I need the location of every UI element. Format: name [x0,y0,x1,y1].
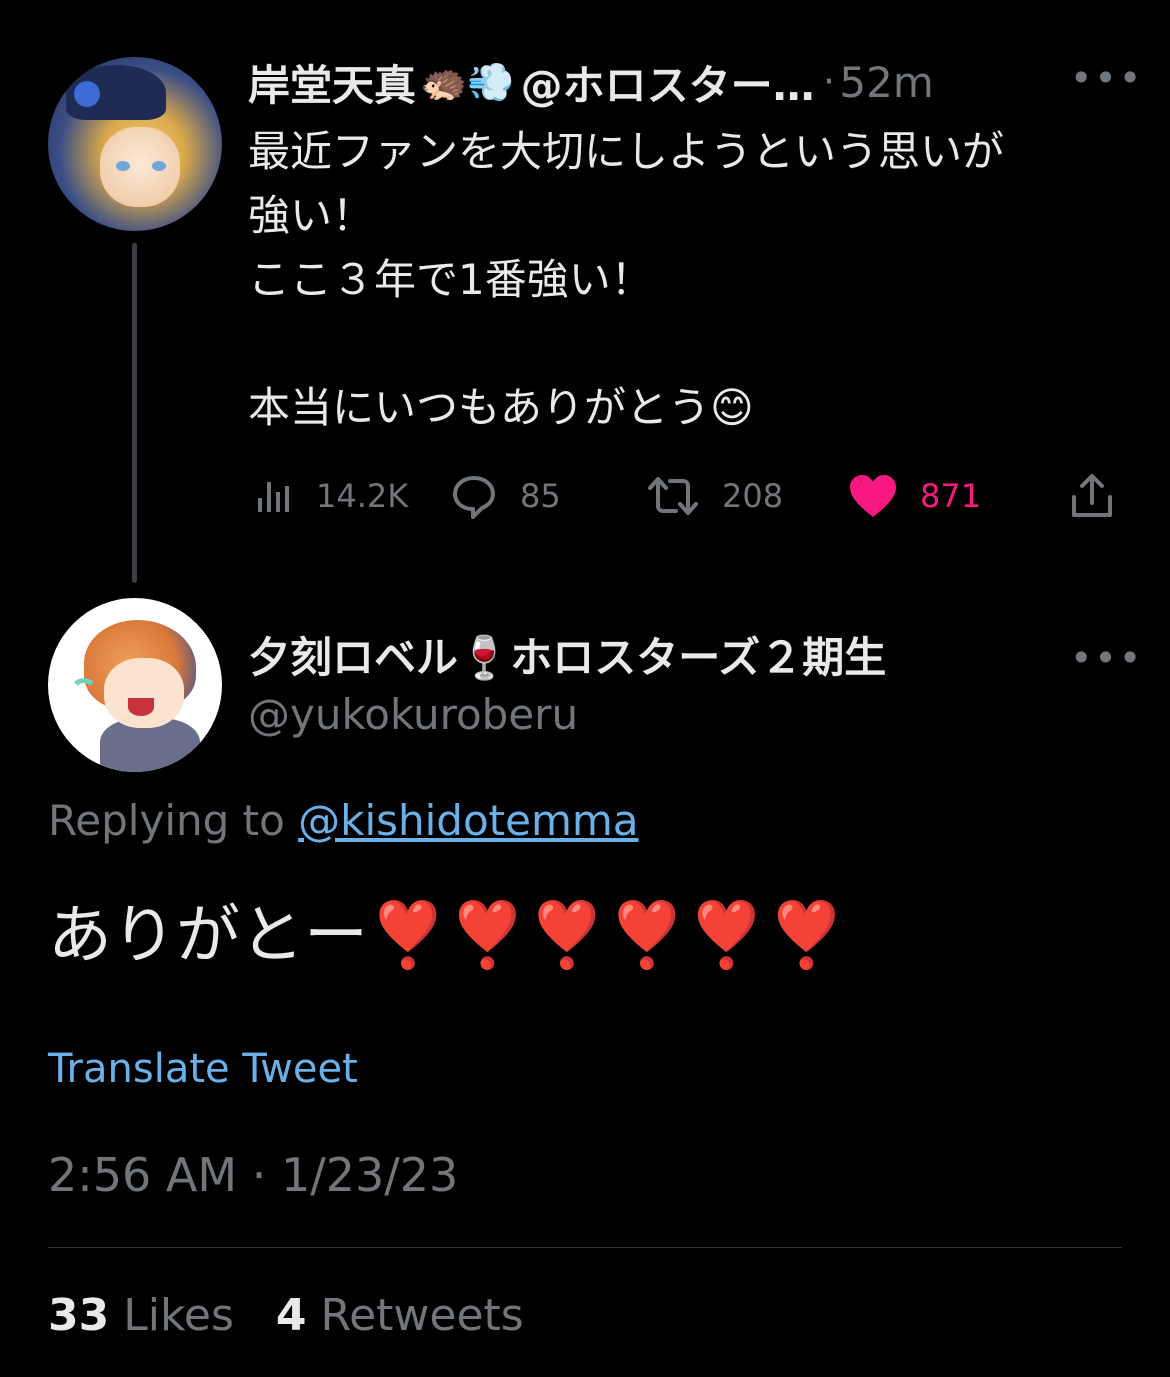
avatar[interactable] [48,57,222,231]
thread-connector-line [132,243,137,583]
reply-icon [453,476,495,519]
like-button[interactable]: 871 [848,468,981,524]
like-icon [850,475,896,517]
avatar-tear-mark [70,678,98,706]
avatar-eye [116,161,130,171]
more-options-icon[interactable]: ••• [1070,636,1143,680]
timestamp[interactable]: 2:56 AM · 1/23/23 [48,1148,458,1202]
retweets-stat[interactable]: 4 Retweets [276,1290,524,1341]
more-options-icon[interactable]: ••• [1070,56,1143,100]
tweet-text: 最近ファンを大切にしようという思いが 強い！ ここ３年で1番強い！ 本当にいつも… [248,127,1005,432]
retweets-label: Retweets [320,1290,524,1341]
retweet-button[interactable]: 208 [646,468,783,524]
heart-emojis: ❣️❣️❣️❣️❣️❣️ [368,899,847,973]
views-button[interactable]: 14.2K [254,468,408,524]
avatar[interactable] [48,598,222,772]
avatar-mouth [128,698,154,716]
retweets-count: 4 [275,1290,307,1341]
avatar-eye [152,161,166,171]
separator-dot: · [822,59,836,105]
likes-count: 33 [48,1290,110,1341]
likes-label: Likes [123,1290,234,1341]
tweet-text-main: ありがとー [48,899,368,973]
translate-tweet-link[interactable]: Translate Tweet [48,1046,358,1092]
tweet-text: ありがとー❣️❣️❣️❣️❣️❣️ [48,884,846,976]
avatar-face [104,658,184,728]
tweet-actions-bar: 14.2K 85 208 871 [248,468,1128,524]
replying-prefix: Replying to [48,796,299,845]
display-name[interactable]: 岸堂天真 [248,52,416,113]
share-button[interactable] [1070,468,1114,524]
engagement-stats: 33 Likes 4 Retweets [48,1290,524,1341]
likes-stat[interactable]: 33 Likes [48,1290,234,1341]
retweet-icon [648,477,698,515]
divider [48,1247,1122,1248]
avatar-rose [74,81,100,107]
handle[interactable]: @yukokuroberu [248,690,578,739]
tweet-header: 岸堂天真 🦔💨 @ホロスター… · 52m [248,52,934,112]
name-emojis: 🦔💨 [420,59,515,104]
retweet-count: 208 [722,477,784,515]
tweet-thread: 岸堂天真 🦔💨 @ホロスター… · 52m ••• 最近ファンを大切にしようとい… [0,0,1170,1377]
replying-to: Replying to @kishidotemma [48,796,639,845]
reply-count: 85 [520,477,561,515]
reply-button[interactable]: 85 [450,468,561,524]
views-count: 14.2K [316,477,409,515]
like-count: 871 [920,477,982,515]
avatar-face [100,127,180,207]
display-name[interactable]: 夕刻ロベル🍷ホロスターズ２期生 [248,624,886,685]
share-icon [1072,474,1112,517]
views-icon [258,482,289,512]
time-ago[interactable]: 52m [839,58,933,107]
mention-link[interactable]: @kishidotemma [298,796,638,845]
handle[interactable]: @ホロスター… [521,52,815,113]
